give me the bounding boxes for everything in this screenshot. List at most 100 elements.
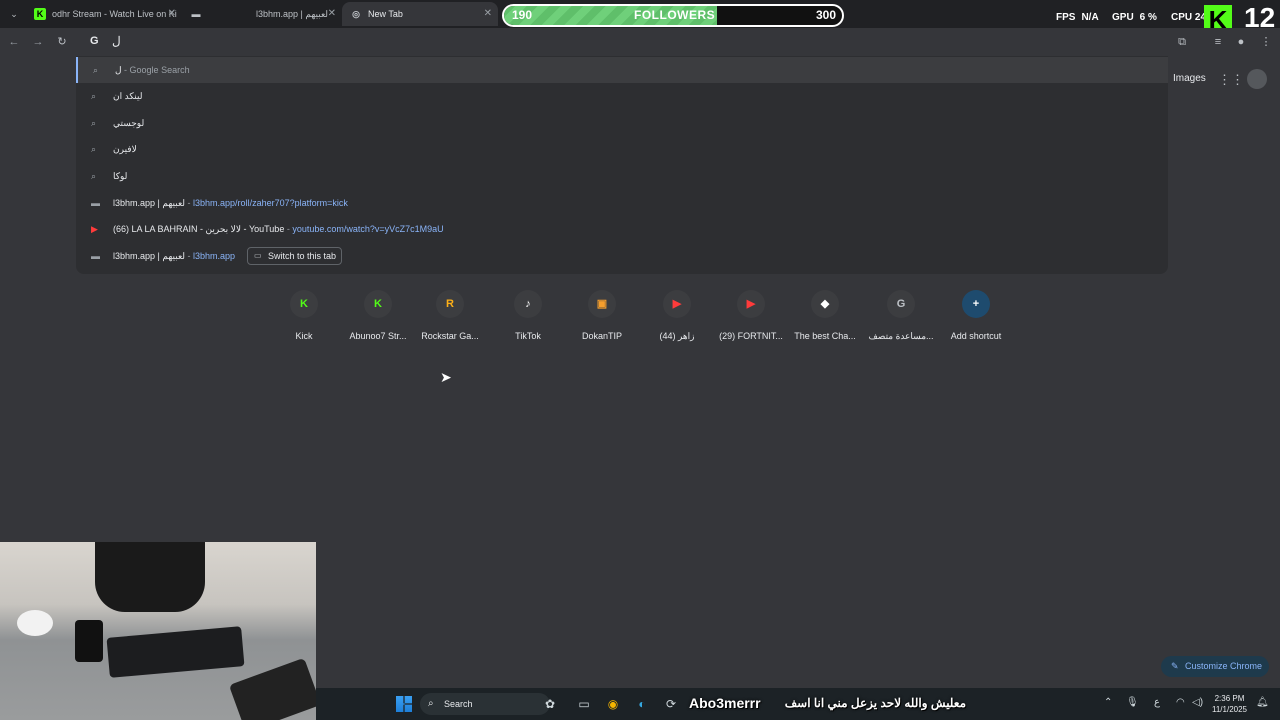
- l3bhm-icon: ▬: [91, 198, 100, 208]
- suggestion-url: l3bhm.app: [193, 251, 236, 261]
- l3bhm-icon: ▬: [91, 251, 100, 261]
- shortcut-tile[interactable]: K Kick: [267, 290, 341, 341]
- shortcut-icon: ▣: [588, 290, 616, 318]
- reading-list-icon[interactable]: ≡: [1210, 34, 1226, 50]
- images-link[interactable]: Images: [1173, 73, 1206, 84]
- youtube-icon: ▶: [91, 224, 98, 234]
- fps-value: N/A: [1081, 12, 1099, 23]
- menu-icon[interactable]: ⋮: [1258, 34, 1274, 50]
- close-icon[interactable]: ✕: [484, 2, 492, 26]
- suggestion-item[interactable]: ▬ l3bhm.app | لعبيهم - l3bhm.app ▭ Switc…: [76, 243, 1168, 269]
- shortcut-tile[interactable]: ▣ DokanTIP: [565, 290, 639, 341]
- system-clock[interactable]: 2:36 PM 11/1/2025: [1212, 693, 1247, 715]
- suggestion-text: لافيرن: [113, 144, 137, 154]
- microphone-icon[interactable]: 🎙︎: [1126, 697, 1139, 708]
- tab-new-tab[interactable]: ◎ New Tab ✕: [342, 2, 498, 26]
- shortcut-tile[interactable]: ◆ The best Cha...: [788, 290, 862, 341]
- suggestion-item[interactable]: ⌕ ل - Google Search: [76, 57, 1168, 83]
- forward-icon[interactable]: →: [30, 34, 46, 50]
- shortcut-label: Rockstar Ga...: [421, 331, 479, 341]
- search-icon: ⌕: [91, 144, 97, 154]
- extensions-icon[interactable]: ⧉: [1174, 34, 1190, 50]
- suggestion-suffix: -: [185, 198, 194, 208]
- close-icon[interactable]: ✕: [328, 2, 336, 26]
- profile-avatar-icon[interactable]: ●: [1233, 34, 1249, 50]
- webcam-overlay: [0, 542, 316, 720]
- tab-icon: ▭: [254, 251, 262, 260]
- shortcut-tile[interactable]: ♪ TikTok: [491, 290, 565, 341]
- search-icon: ⌕: [428, 698, 434, 709]
- suggestion-item[interactable]: ⌕ لافيرن: [76, 136, 1168, 162]
- notification-icon[interactable]: 🔔︎: [1256, 697, 1269, 708]
- customize-chrome-label: Customize Chrome: [1185, 661, 1263, 671]
- gpu-value: 6 %: [1139, 12, 1157, 23]
- l3bhm-icon: ▬: [191, 9, 201, 19]
- shortcut-tile[interactable]: ▶ (29) FORTNIT...: [714, 290, 788, 341]
- shortcut-icon: K: [290, 290, 318, 318]
- shortcut-icon: ▶: [663, 290, 691, 318]
- shortcut-icon: ◆: [811, 290, 839, 318]
- account-avatar[interactable]: [1247, 69, 1267, 89]
- taskbar-search-label: Search: [444, 699, 473, 709]
- shortcut-tile[interactable]: K Abunoo7 Str...: [341, 290, 415, 341]
- clock-time: 2:36 PM: [1214, 694, 1245, 703]
- back-icon[interactable]: ←: [6, 34, 22, 50]
- tab-l3bhm[interactable]: ▬ l3bhm.app | لعبيهم ✕: [182, 2, 342, 26]
- chat-username: Abo3merrr: [689, 695, 761, 711]
- chrome-taskbar-icon[interactable]: ◉: [605, 696, 621, 712]
- taskbar-search[interactable]: ⌕ Search: [420, 693, 550, 715]
- widgets-icon[interactable]: ✿: [542, 696, 558, 712]
- chrome-icon: ◎: [352, 9, 360, 19]
- tray-chevron-icon[interactable]: ⌃: [1104, 697, 1112, 708]
- webcam-mouse-shape: [17, 610, 53, 636]
- search-icon: ⌕: [91, 118, 97, 128]
- app-icon[interactable]: ⟳: [663, 696, 679, 712]
- tab-kick-stream[interactable]: K odhr Stream - Watch Live on Ki ✕: [26, 2, 182, 26]
- reload-icon[interactable]: ↻: [54, 34, 70, 50]
- suggestion-item[interactable]: ⌕ لوجستي: [76, 110, 1168, 136]
- suggestion-item[interactable]: ▶ (66) LA LA BAHRAIN - لالا بحرين - YouT…: [76, 216, 1168, 242]
- windows-start-icon[interactable]: [396, 696, 412, 712]
- shortcut-label: Kick: [295, 331, 313, 341]
- pencil-icon: ✎: [1171, 661, 1179, 671]
- customize-chrome-button[interactable]: ✎ Customize Chrome: [1161, 656, 1269, 677]
- cpu-stat: CPU 24: [1171, 12, 1206, 23]
- gpu-stat: GPU 6 %: [1112, 12, 1157, 23]
- clock-date: 11/1/2025: [1212, 705, 1247, 714]
- volume-icon[interactable]: ◁): [1192, 697, 1203, 708]
- shortcut-icon: K: [364, 290, 392, 318]
- file-explorer-icon[interactable]: ▭: [576, 696, 592, 712]
- shortcut-tile[interactable]: G مساعدة متصف...: [864, 290, 938, 342]
- close-icon[interactable]: ✕: [168, 2, 176, 26]
- suggestion-item[interactable]: ▬ l3bhm.app | لعبيهم - l3bhm.app/roll/za…: [76, 190, 1168, 216]
- shortcut-tile[interactable]: R Rockstar Ga...: [413, 290, 487, 341]
- taskbar: ⌕ Search ✿ ▭ ◉ ◐ ⟳ Abo3merrr معليش والله…: [316, 688, 1280, 720]
- input-language[interactable]: ع: [1154, 697, 1160, 708]
- omnibox-input[interactable]: ل: [112, 34, 121, 48]
- wifi-icon[interactable]: ◠: [1176, 697, 1185, 708]
- chat-message: معليش والله لاحد يزعل مني انا اسف: [784, 696, 966, 710]
- shortcut-icon: ♪: [514, 290, 542, 318]
- suggestion-item[interactable]: ⌕ لوكا: [76, 163, 1168, 189]
- suggestion-url: l3bhm.app/roll/zaher707?platform=kick: [193, 198, 348, 208]
- shortcut-tile[interactable]: + Add shortcut: [939, 290, 1013, 341]
- shortcut-label: The best Cha...: [794, 331, 856, 341]
- switch-to-tab-label: Switch to this tab: [268, 251, 337, 261]
- suggestion-text: (66) LA LA BAHRAIN - لالا بحرين - YouTub…: [113, 224, 285, 234]
- tab-search-menu-button[interactable]: ⌄: [6, 6, 22, 22]
- streamer-silhouette: [95, 542, 205, 612]
- shortcut-icon: R: [436, 290, 464, 318]
- webcam-phone-shape: [75, 620, 103, 662]
- suggestion-item[interactable]: ⌕ لينكد ان: [76, 83, 1168, 109]
- cpu-label: CPU 24: [1171, 12, 1207, 23]
- shortcut-label: (29) FORTNIT...: [719, 331, 783, 341]
- shortcut-tile[interactable]: ▶ (44) زاهر: [640, 290, 714, 342]
- edge-icon[interactable]: ◐: [634, 696, 650, 712]
- kick-icon: K: [34, 8, 46, 20]
- search-icon: ⌕: [91, 91, 97, 101]
- shortcut-label: Abunoo7 Str...: [349, 331, 407, 341]
- webcam-keyboard-shape: [106, 626, 245, 678]
- webcam-mixer-shape: [228, 657, 316, 720]
- fps-label: FPS: [1056, 12, 1076, 23]
- switch-to-tab-button[interactable]: ▭ Switch to this tab: [247, 247, 343, 265]
